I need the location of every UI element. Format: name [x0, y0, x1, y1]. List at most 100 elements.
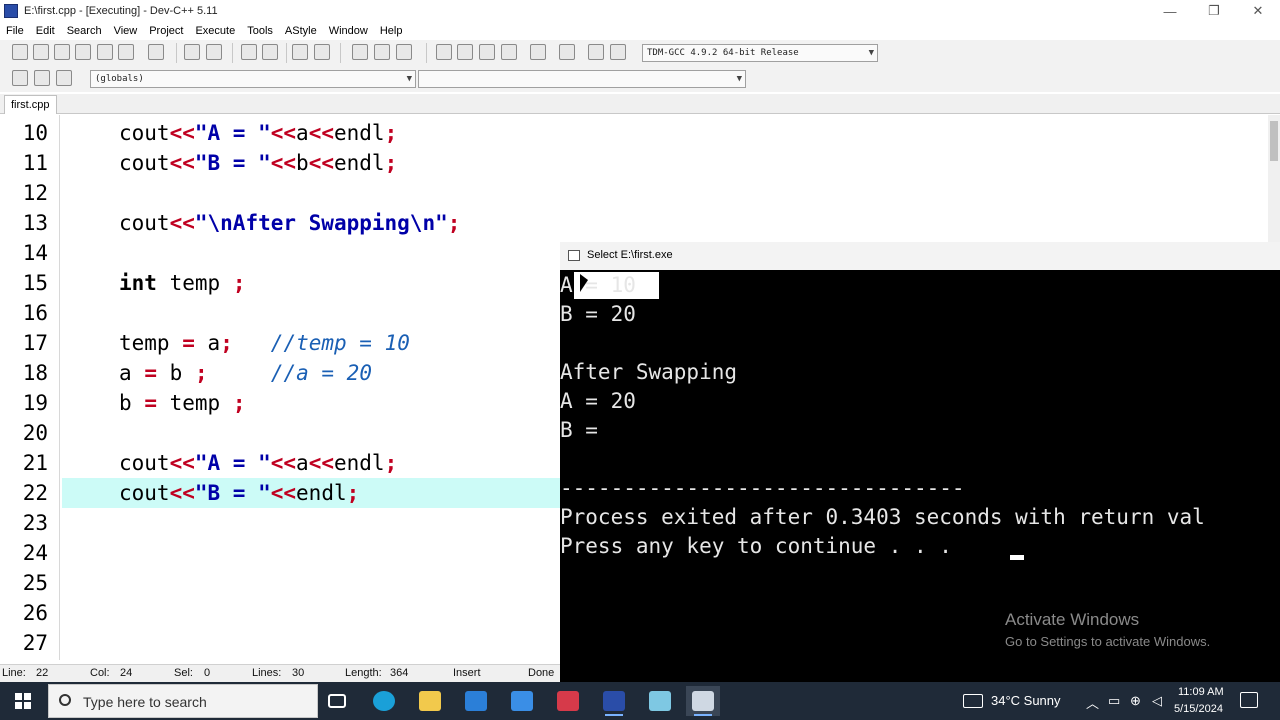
status-sel-value: 0	[204, 667, 211, 679]
windows-logo-icon	[15, 693, 31, 709]
indent-right-icon[interactable]	[374, 44, 390, 60]
notepad-button[interactable]	[643, 686, 677, 716]
taskbar-search-box[interactable]: Type here to search	[48, 684, 318, 718]
goto-bookmark-icon[interactable]	[34, 70, 50, 86]
indent-left-icon[interactable]	[352, 44, 368, 60]
tab-first-cpp[interactable]: first.cpp	[4, 95, 57, 114]
store-button[interactable]	[459, 686, 493, 716]
close-all-icon[interactable]	[118, 44, 134, 60]
close-button[interactable]: ✕	[1236, 0, 1280, 22]
toggle-bookmark-icon[interactable]	[56, 70, 72, 86]
toggle-comment-icon[interactable]	[396, 44, 412, 60]
redo-icon[interactable]	[206, 44, 222, 60]
find-icon[interactable]	[241, 44, 257, 60]
toolbar-separator	[340, 43, 341, 63]
goto-line-icon[interactable]	[292, 44, 308, 60]
search-placeholder: Type here to search	[83, 694, 207, 710]
debug-icon[interactable]	[610, 44, 626, 60]
compiler-select[interactable]: TDM-GCC 4.9.2 64-bit Release ▼	[642, 44, 878, 62]
project-options-icon[interactable]	[479, 44, 495, 60]
line-number: 12	[22, 181, 48, 205]
code-line: 11 cout<<"B = "<<b<<endl;	[0, 148, 1268, 178]
notepad-icon	[649, 691, 671, 711]
profile-chart-icon[interactable]	[588, 44, 604, 60]
menu-project[interactable]: Project	[143, 25, 189, 37]
file-explorer-button[interactable]	[413, 686, 447, 716]
open-file-icon[interactable]	[33, 44, 49, 60]
console-window[interactable]: Select E:\first.exe A = 10 B = 20 After …	[560, 242, 1280, 682]
save-icon[interactable]	[54, 44, 70, 60]
task-view-icon	[328, 694, 346, 708]
menu-help[interactable]: Help	[374, 25, 409, 37]
battery-icon[interactable]: ▭	[1108, 693, 1120, 709]
scrollbar-thumb[interactable]	[1270, 121, 1278, 161]
open-project-icon[interactable]	[457, 44, 473, 60]
menu-astyle[interactable]: AStyle	[279, 25, 323, 37]
weather-text[interactable]: 34°C Sunny	[991, 693, 1061, 708]
clock-date[interactable]: 5/15/2024	[1174, 703, 1223, 715]
chevron-down-icon: ▼	[736, 74, 742, 84]
code-text: b = temp ;	[119, 391, 246, 415]
undo-icon[interactable]	[184, 44, 200, 60]
weather-icon[interactable]	[963, 694, 983, 708]
new-project-icon[interactable]	[436, 44, 452, 60]
menu-view[interactable]: View	[108, 25, 144, 37]
compile-check-icon[interactable]	[530, 44, 546, 60]
mail-button[interactable]	[505, 686, 539, 716]
scope-select[interactable]: (globals) ▼	[90, 70, 416, 88]
recorder-button[interactable]	[551, 686, 585, 716]
member-select[interactable]: ▼	[418, 70, 746, 88]
menu-file[interactable]: File	[0, 25, 30, 37]
menu-execute[interactable]: Execute	[189, 25, 241, 37]
class-browser-icon[interactable]	[501, 44, 517, 60]
status-line-label: Line:	[2, 667, 26, 679]
new-file-icon[interactable]	[12, 44, 28, 60]
toolbar-separator	[286, 43, 287, 63]
restore-button[interactable]: ❐	[1192, 0, 1236, 22]
clock-time[interactable]: 11:09 AM	[1178, 686, 1224, 698]
chevron-down-icon: ▼	[868, 48, 874, 58]
stop-execution-icon[interactable]	[559, 44, 575, 60]
line-number: 27	[22, 631, 48, 655]
replace-icon[interactable]	[262, 44, 278, 60]
windows-taskbar: Type here to search 34°C Sunny ︿ ▭ ⊕ ◁ 1…	[0, 682, 1280, 720]
menu-tools[interactable]: Tools	[241, 25, 279, 37]
devcpp-icon	[603, 691, 625, 711]
console-output-line: A = 10	[560, 273, 636, 297]
code-line: 12	[0, 178, 1268, 208]
active-indicator	[605, 714, 623, 716]
menu-edit[interactable]: Edit	[30, 25, 61, 37]
code-text: cout<<"\nAfter Swapping\n";	[119, 211, 461, 235]
status-mode: Insert	[453, 667, 481, 679]
network-icon[interactable]: ⊕	[1130, 693, 1141, 709]
search-icon	[59, 694, 71, 706]
activate-windows-title: Activate Windows	[1005, 610, 1140, 629]
status-sel-label: Sel:	[174, 667, 193, 679]
close-file-icon[interactable]	[97, 44, 113, 60]
line-number: 18	[22, 361, 48, 385]
minimize-button[interactable]: —	[1148, 0, 1192, 22]
notification-icon[interactable]	[1240, 692, 1258, 708]
volume-icon[interactable]: ◁	[1152, 693, 1162, 709]
insert-icon[interactable]	[12, 70, 28, 86]
save-all-icon[interactable]	[75, 44, 91, 60]
compiler-select-value: TDM-GCC 4.9.2 64-bit Release	[647, 48, 799, 58]
menu-search[interactable]: Search	[61, 25, 108, 37]
start-button[interactable]	[0, 682, 46, 720]
window-title: E:\first.cpp - [Executing] - Dev-C++ 5.1…	[24, 5, 218, 17]
console-taskbar-button[interactable]	[686, 686, 720, 716]
console-output-line: --------------------------------	[560, 476, 965, 500]
code-line: 13 cout<<"\nAfter Swapping\n";	[0, 208, 1268, 238]
line-number: 13	[22, 211, 48, 235]
chevron-up-icon[interactable]: ︿	[1086, 693, 1099, 712]
goto-function-icon[interactable]	[314, 44, 330, 60]
menu-window[interactable]: Window	[323, 25, 374, 37]
status-line-value: 22	[36, 667, 49, 679]
edge-button[interactable]	[367, 686, 401, 716]
print-icon[interactable]	[148, 44, 164, 60]
console-title-bar[interactable]: Select E:\first.exe	[560, 242, 1280, 270]
devcpp-taskbar-button[interactable]	[597, 686, 631, 716]
task-view-button[interactable]	[320, 686, 354, 716]
activate-windows-subtitle: Go to Settings to activate Windows.	[1005, 634, 1211, 649]
folder-icon	[419, 691, 441, 711]
